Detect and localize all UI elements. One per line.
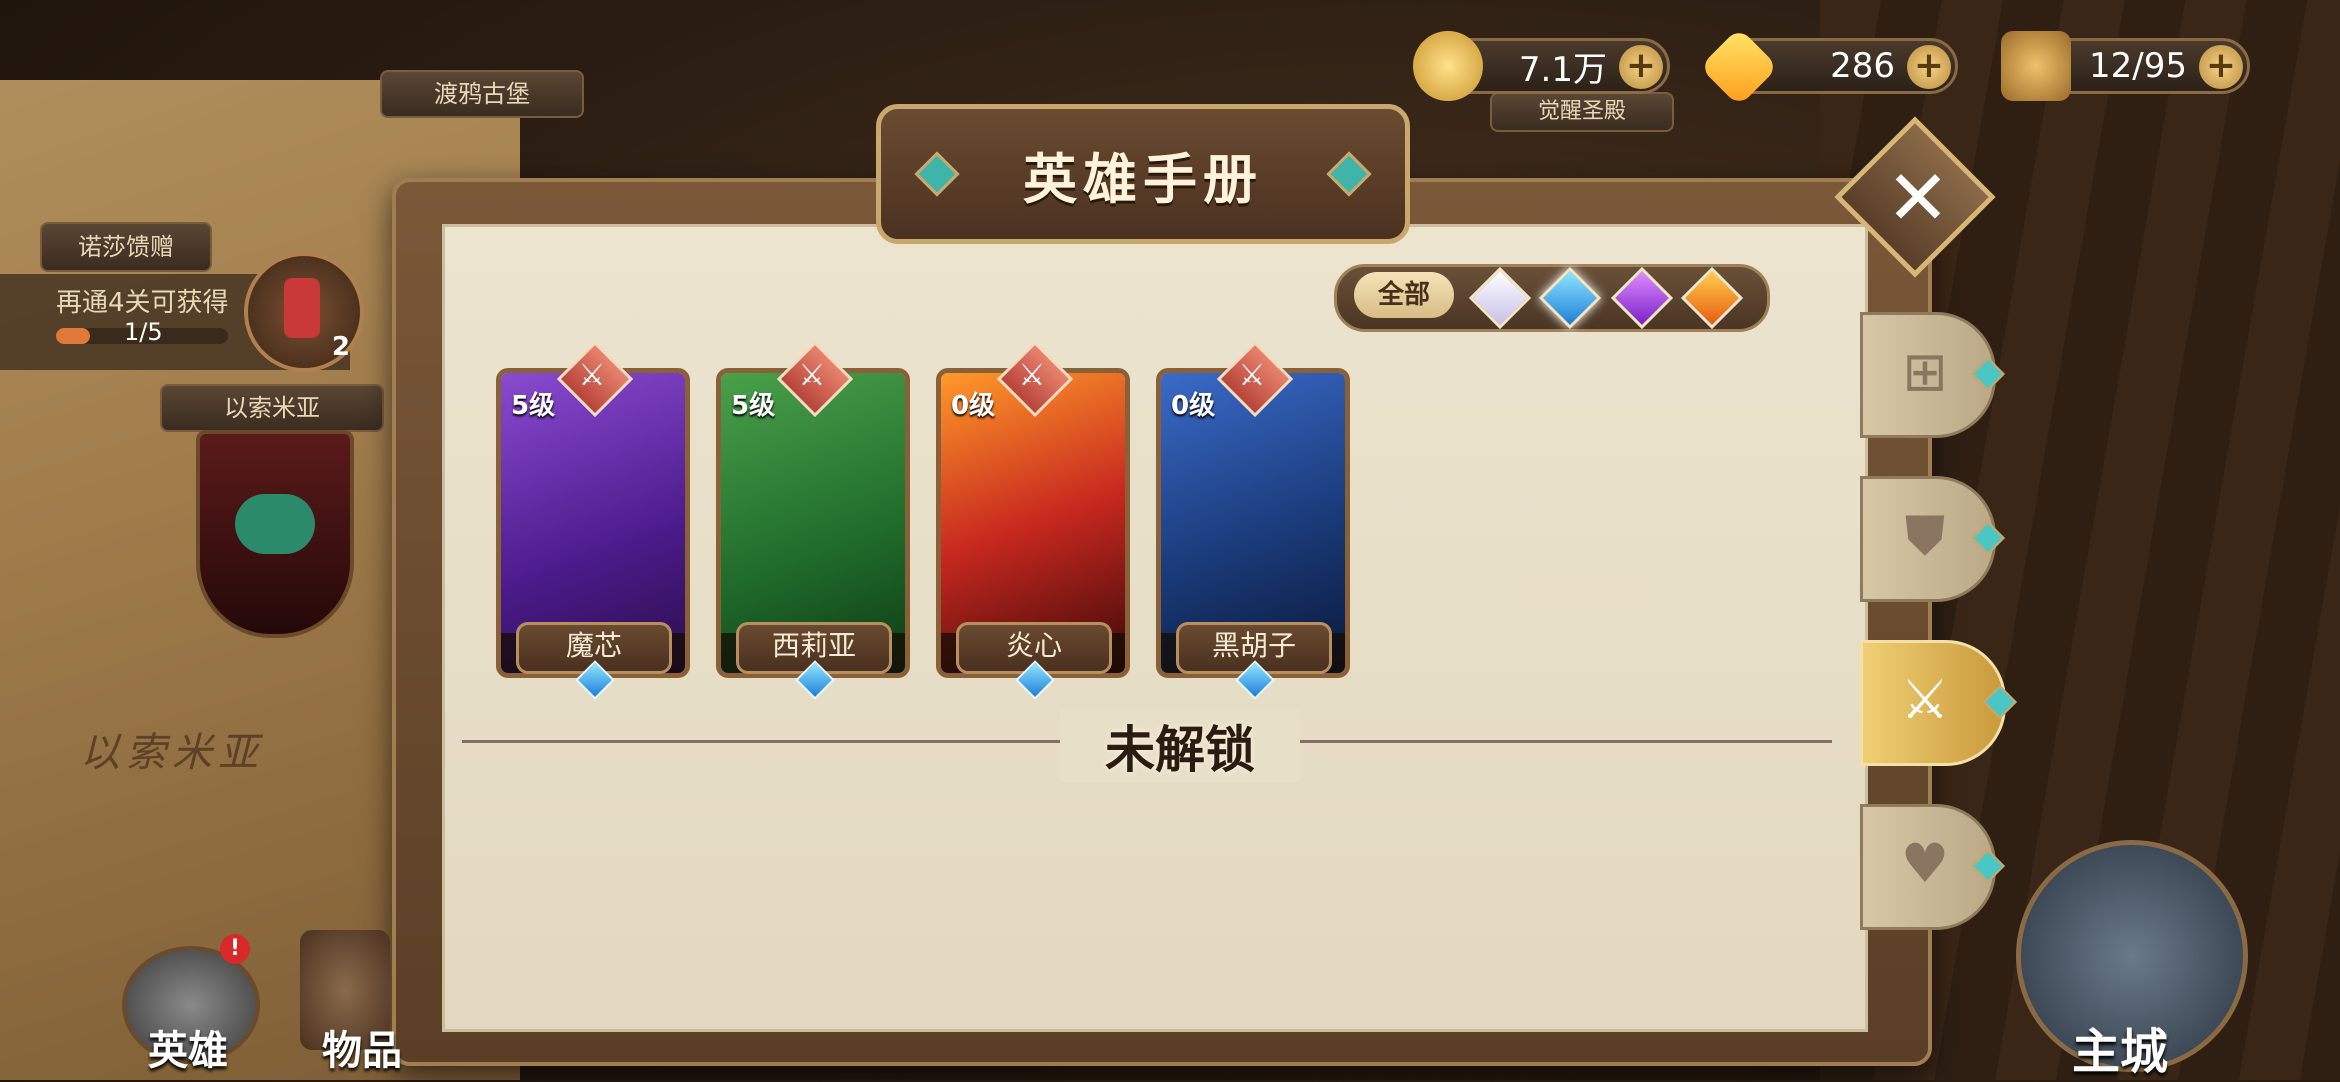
gold-amount: 7.1万 <box>1518 49 1607 90</box>
gem-amount: 286 <box>1830 46 1895 86</box>
main-city-label: 主城 <box>2072 1024 2169 1080</box>
add-gold-button[interactable]: + <box>1619 45 1663 89</box>
reward-progress-fill <box>56 328 91 344</box>
reward-progress-text: 1/5 <box>124 318 163 346</box>
hero-level: 5级 <box>731 391 776 421</box>
hero-nav-label: 英雄 <box>148 1028 228 1074</box>
location-tag-raven-castle[interactable]: 渡鸦古堡 <box>380 70 584 118</box>
locked-section-label: 未解锁 <box>1060 710 1300 782</box>
stamina-counter: 12/95 + <box>2001 31 2250 101</box>
hero-level: 0级 <box>1171 391 1216 421</box>
sword-icon: ⚔ <box>1018 358 1046 393</box>
sword-icon: ⚔ <box>1238 358 1266 393</box>
grid-icon: ⊞ <box>1902 340 1948 403</box>
boss-face-icon <box>235 494 315 554</box>
diamond-icon <box>1699 27 1779 107</box>
gem-counter: 286 + <box>1699 27 1958 107</box>
location-tag-isomia[interactable]: 以索米亚 <box>160 384 384 432</box>
boot-icon <box>284 278 320 338</box>
hero-level: 0级 <box>951 391 996 421</box>
gold-counter: 7.1万 + <box>1413 31 1670 101</box>
reward-count: 2 <box>331 332 350 362</box>
location-tag-awakening-temple[interactable]: 觉醒圣殿 <box>1490 92 1674 132</box>
shield-icon: ⛊ <box>1904 504 1946 567</box>
add-gems-button[interactable]: + <box>1907 45 1951 89</box>
items-nav-label: 物品 <box>322 1028 402 1074</box>
title-gem-right-icon <box>1326 151 1372 197</box>
filter-all-button[interactable]: 全部 <box>1354 272 1454 318</box>
gold-coin-icon <box>1413 31 1483 101</box>
add-stamina-button[interactable]: + <box>2199 45 2243 89</box>
close-icon: ✕ <box>1886 153 1950 242</box>
boss-portrait[interactable] <box>196 430 354 638</box>
notification-badge: ! <box>220 934 250 964</box>
sword-icon: ⚔ <box>578 358 606 393</box>
reward-hint: 再通4关可获得 <box>56 288 229 318</box>
reward-tag: 诺莎馈赠 <box>40 222 212 272</box>
reward-item-icon[interactable]: 2 <box>244 252 364 372</box>
hero-level: 5级 <box>511 391 556 421</box>
panel-title: 英雄手册 <box>1023 147 1263 211</box>
sword-icon: ⚔ <box>1900 668 1950 731</box>
stamina-amount: 12/95 <box>2089 46 2187 86</box>
region-name-label: 以索米亚 <box>80 730 264 776</box>
treasure-chest-icon <box>2001 31 2071 101</box>
title-gem-left-icon <box>914 151 960 197</box>
panel-title-plate: 英雄手册 <box>876 104 1410 244</box>
sword-icon: ⚔ <box>798 358 826 393</box>
heart-icon: ♥ <box>1900 832 1950 895</box>
